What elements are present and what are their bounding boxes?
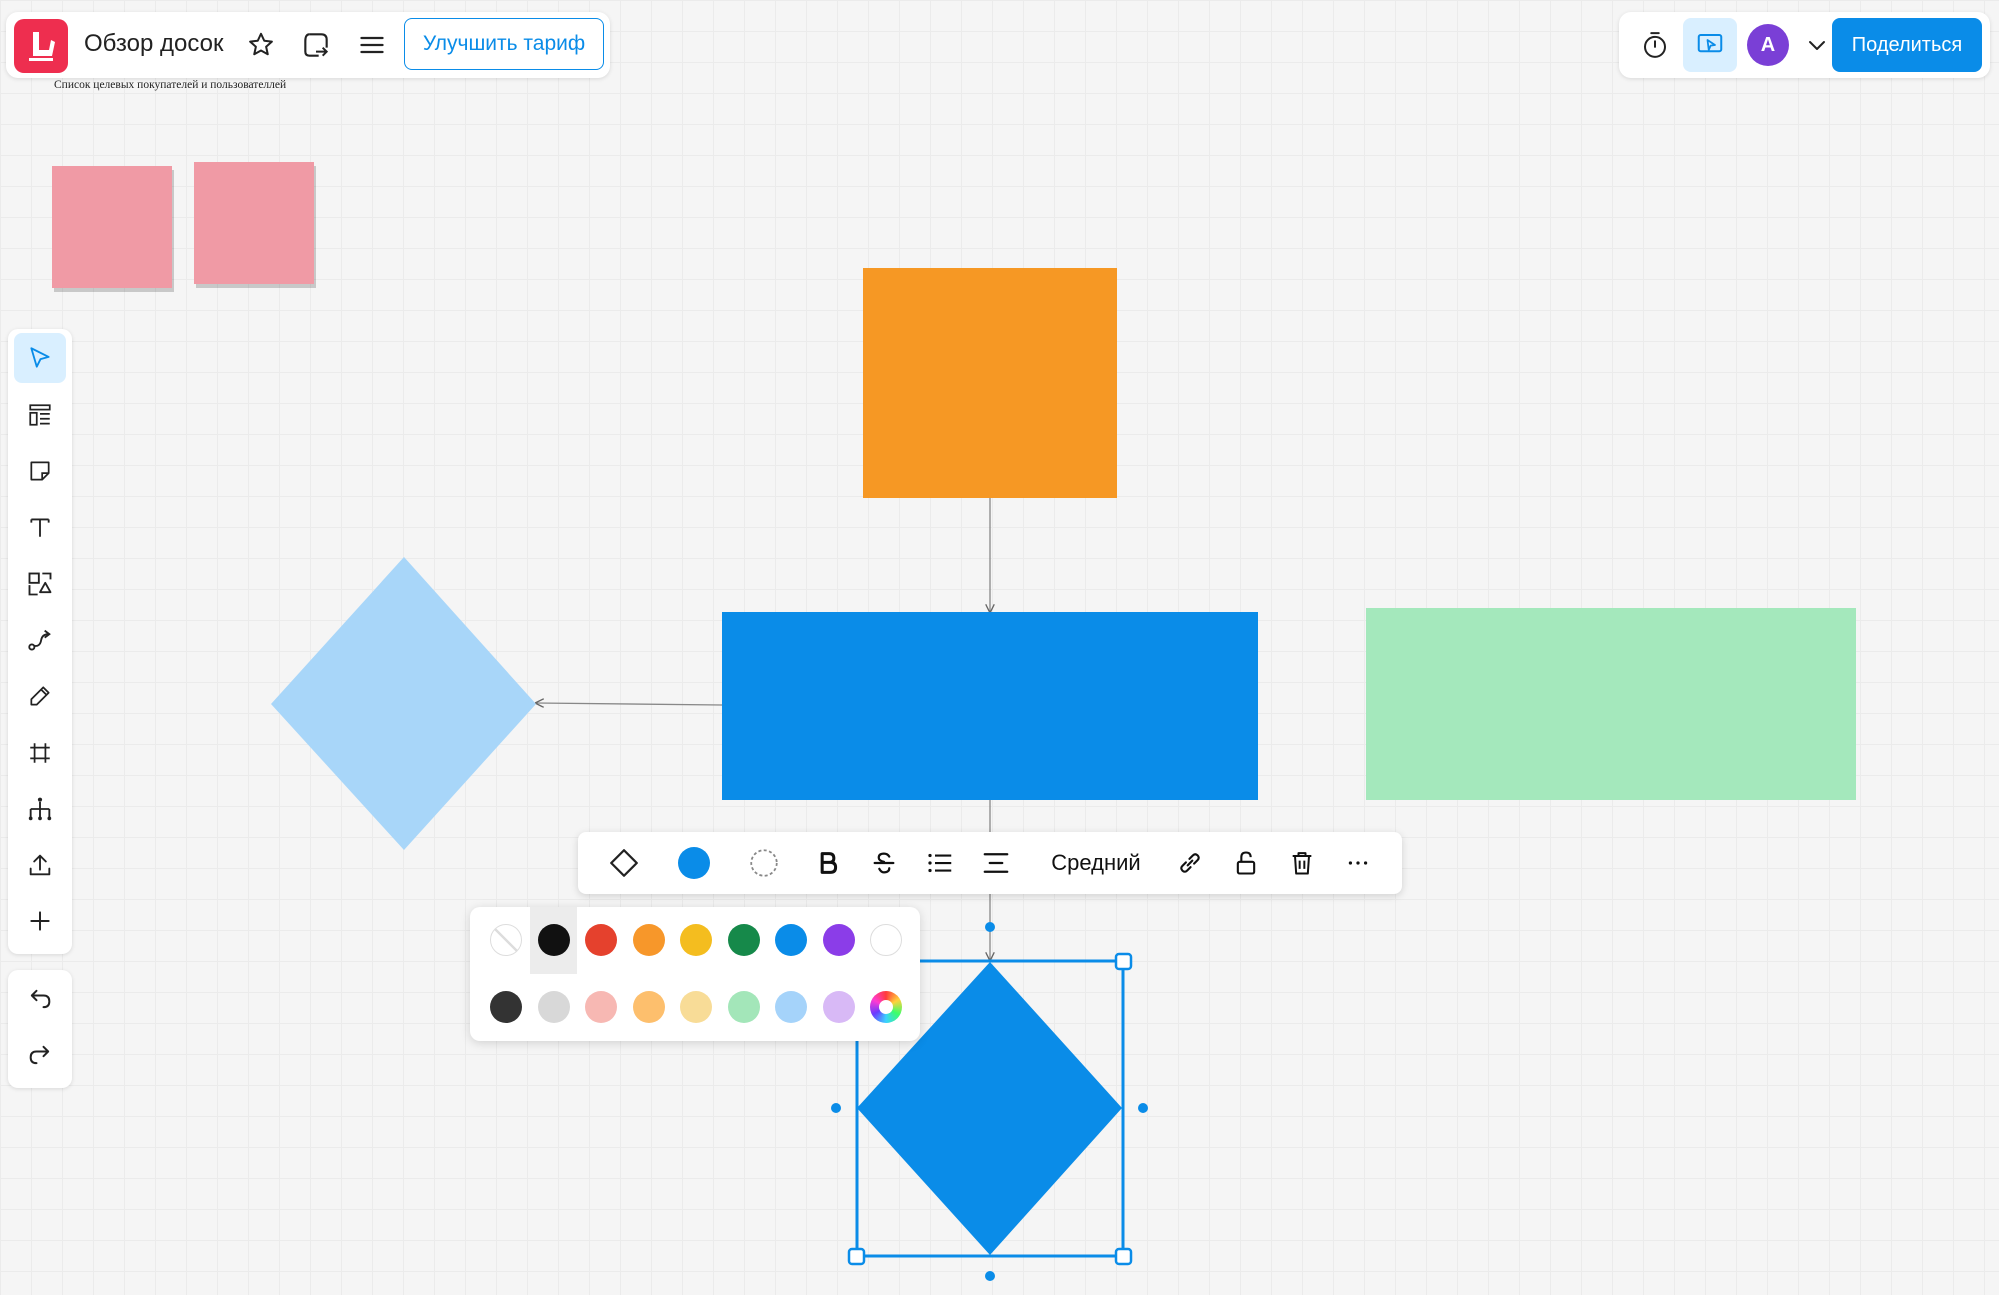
history-toolbar [8, 970, 72, 1088]
diamond-icon [610, 849, 638, 877]
shapes-icon [28, 572, 52, 596]
color-swatch[interactable] [727, 991, 760, 1023]
color-swatch[interactable] [537, 924, 570, 956]
fill-color-swatch [678, 847, 710, 879]
lock-button[interactable] [1226, 843, 1266, 883]
list-icon [928, 853, 952, 873]
redo-icon [29, 1045, 50, 1065]
color-swatch[interactable] [632, 924, 665, 956]
link-button[interactable] [1170, 843, 1210, 883]
color-swatch[interactable] [490, 991, 522, 1023]
color-swatch[interactable] [775, 991, 807, 1023]
frame-icon [30, 743, 50, 763]
share-button[interactable]: Поделиться [1832, 18, 1982, 72]
orange-rectangle [863, 268, 1117, 498]
templates-tool[interactable] [14, 390, 66, 440]
link-icon [1180, 853, 1200, 873]
color-swatch[interactable] [680, 924, 712, 956]
star-icon[interactable] [241, 25, 281, 65]
color-swatch[interactable] [585, 991, 617, 1023]
top-right-panel: A Поделиться [1619, 12, 1990, 78]
border-style-button[interactable] [744, 843, 784, 883]
fill-color-button[interactable] [674, 843, 714, 883]
logo-icon [29, 32, 55, 61]
shape-type-button[interactable] [604, 843, 644, 883]
canvas-shapes [271, 268, 1856, 1281]
delete-button[interactable] [1282, 843, 1322, 883]
strikethrough-button[interactable] [864, 843, 904, 883]
green-rectangle [1366, 608, 1856, 800]
connector-blue-to-diamond [536, 703, 723, 705]
cursor-icon [30, 347, 50, 368]
board-header: Обзор досок Улучшить тариф [6, 12, 610, 78]
redo-button[interactable] [14, 1030, 66, 1080]
plus-icon [30, 911, 50, 931]
undo-icon [30, 989, 51, 1009]
mind-map-icon [28, 797, 52, 821]
dashed-circle-icon [750, 849, 778, 877]
custom-color-swatch[interactable] [870, 991, 902, 1023]
color-palette [470, 907, 920, 1041]
color-swatch[interactable] [822, 924, 855, 956]
color-swatch[interactable] [775, 924, 807, 956]
connector-tool[interactable] [14, 615, 66, 665]
color-swatch[interactable] [822, 991, 855, 1023]
text-tool[interactable] [14, 502, 66, 552]
list-button[interactable] [920, 843, 960, 883]
upload-tool[interactable] [14, 840, 66, 890]
color-swatch[interactable] [680, 991, 712, 1023]
font-size-select[interactable]: Средний [1040, 843, 1152, 883]
more-icon [1348, 861, 1368, 865]
board-subtitle: Список целевых покупателей и пользовател… [54, 79, 287, 91]
upload-icon [29, 854, 51, 876]
pen-tool[interactable] [14, 671, 66, 721]
menu-icon[interactable] [352, 25, 392, 65]
board-title[interactable]: Обзор досок [84, 30, 223, 58]
upgrade-plan-button[interactable]: Улучшить тариф [404, 18, 604, 70]
add-tool[interactable] [14, 896, 66, 946]
timer-icon[interactable] [1635, 25, 1675, 65]
color-swatch[interactable] [632, 991, 665, 1023]
board-switch-icon[interactable] [296, 25, 336, 65]
undo-button[interactable] [14, 974, 66, 1024]
connector-icon [28, 629, 51, 651]
app-logo[interactable] [14, 19, 68, 73]
select-tool[interactable] [14, 333, 66, 383]
strikethrough-icon [873, 852, 895, 874]
color-swatch[interactable] [727, 924, 760, 956]
user-avatar[interactable]: A [1747, 24, 1789, 66]
unlock-icon [1236, 851, 1256, 875]
mind-map-tool[interactable] [14, 784, 66, 834]
pen-icon [30, 686, 50, 706]
bold-icon [820, 852, 838, 874]
align-center-icon [983, 853, 1009, 873]
trash-icon [1292, 852, 1312, 875]
left-toolbar [8, 329, 72, 954]
format-toolbar: Средний [578, 832, 1402, 894]
bold-button[interactable] [808, 843, 848, 883]
templates-icon [29, 404, 51, 426]
shapes-tool[interactable] [14, 559, 66, 609]
no-color-swatch[interactable] [490, 924, 522, 956]
sticky-note-icon [30, 461, 50, 481]
text-icon [30, 518, 50, 537]
color-swatch[interactable] [870, 924, 902, 956]
more-options-button[interactable] [1338, 843, 1378, 883]
frame-tool[interactable] [14, 728, 66, 778]
chevron-down-icon[interactable] [1797, 25, 1837, 65]
light-blue-diamond [271, 557, 536, 850]
color-swatch[interactable] [585, 924, 617, 956]
blue-rectangle [722, 612, 1258, 800]
align-button[interactable] [976, 843, 1016, 883]
presentation-icon[interactable] [1683, 18, 1737, 72]
sticky-note-tool[interactable] [14, 446, 66, 496]
color-swatch[interactable] [537, 991, 570, 1023]
